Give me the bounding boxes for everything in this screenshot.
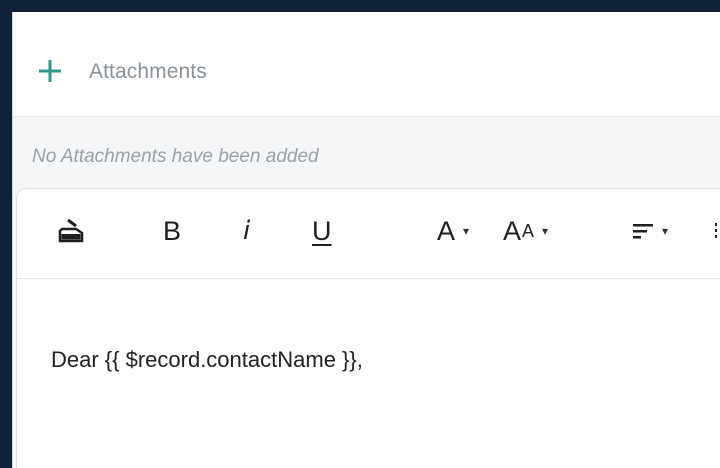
font-size-dropdown[interactable]: AA ▾ [503, 213, 548, 249]
empty-attachments-message: No Attachments have been added [32, 146, 319, 167]
rich-text-editor: B i U A ▾ AA ▾ ▾ Dear {{$record.contact… [16, 188, 720, 468]
numbered-list-icon [715, 223, 717, 238]
font-color-dropdown[interactable]: A ▾ [437, 213, 469, 249]
underline-label: U [312, 215, 332, 246]
clear-format-button[interactable] [56, 213, 90, 249]
caret-down-icon: ▾ [463, 224, 470, 238]
list-format-button[interactable] [713, 213, 720, 249]
email-composer-panel: Attachments No Attachments have been add… [12, 12, 720, 468]
attachments-label: Attachments [89, 60, 207, 83]
caret-down-icon: ▾ [542, 224, 549, 238]
font-size-label-large: A [503, 215, 522, 246]
attachments-empty-state: No Attachments have been added [13, 116, 720, 193]
italic-label: i [243, 216, 251, 246]
underline-button[interactable]: U [312, 213, 332, 249]
attachments-header: Attachments [13, 12, 720, 116]
plus-icon [39, 60, 61, 82]
paragraph-align-dropdown[interactable]: ▾ [632, 213, 668, 249]
add-attachment-button[interactable] [37, 58, 63, 84]
clear-format-icon [58, 218, 84, 243]
bold-label: B [163, 215, 182, 246]
email-body-text[interactable]: Dear {{ $record.contactName }}, [51, 347, 363, 373]
font-color-label: A [437, 215, 456, 246]
italic-button[interactable]: i [243, 213, 250, 249]
bold-button[interactable]: B [163, 213, 181, 249]
editor-toolbar: B i U A ▾ AA ▾ ▾ [17, 189, 720, 279]
font-size-label-small: A [522, 220, 535, 241]
align-left-icon [633, 224, 653, 239]
caret-down-icon: ▾ [662, 224, 669, 238]
